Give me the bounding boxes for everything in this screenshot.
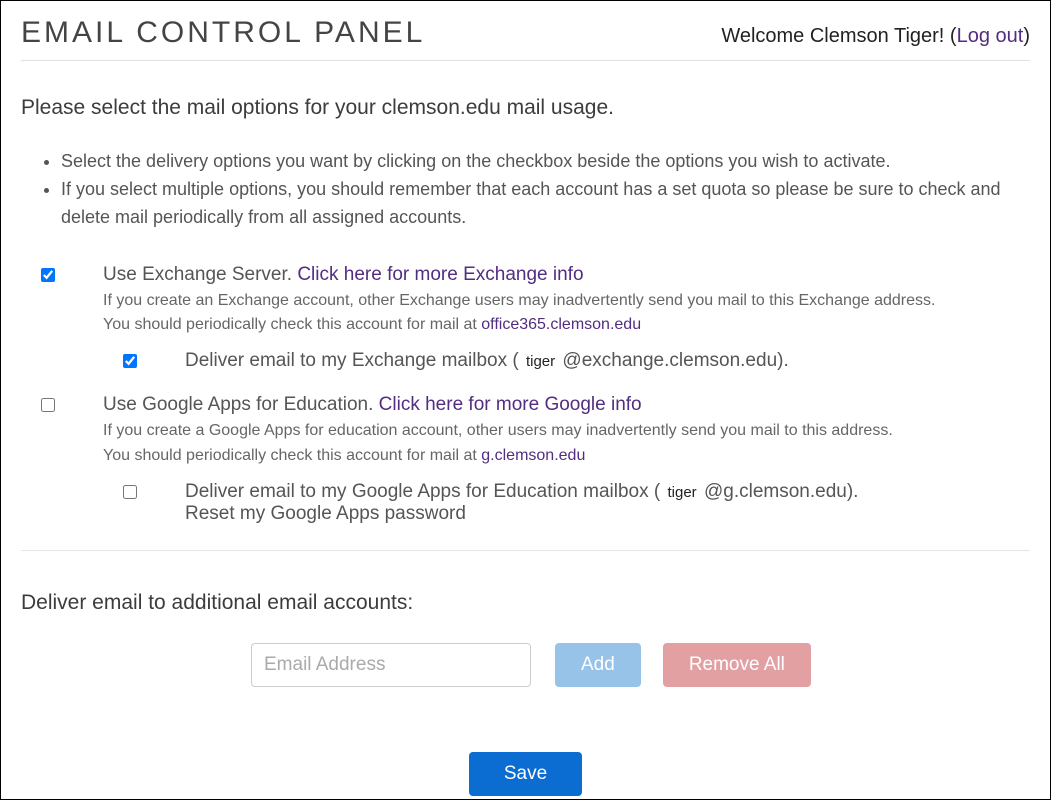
page-title: EMAIL CONTROL PANEL xyxy=(21,16,425,50)
google-deliver-label: Deliver email to my Google Apps for Educ… xyxy=(185,481,858,502)
paren-open: ( xyxy=(950,25,957,47)
logout-link[interactable]: Log out xyxy=(957,25,1024,47)
additional-heading: Deliver email to additional email accoun… xyxy=(21,591,1030,615)
additional-form-row: Add Remove All xyxy=(21,643,1030,687)
google-deliver-option: Deliver email to my Google Apps for Educ… xyxy=(103,481,1030,525)
exchange-deliver-label: Deliver email to my Exchange mailbox ( t… xyxy=(185,350,789,371)
google-desc-line2-prefix: You should periodically check this accou… xyxy=(103,447,481,464)
exchange-deliver-option: Deliver email to my Exchange mailbox ( t… xyxy=(103,350,1030,372)
welcome-excl: ! xyxy=(939,25,950,47)
user-name: Clemson Tiger xyxy=(810,25,939,47)
exchange-deliver-content: Deliver email to my Exchange mailbox ( t… xyxy=(185,350,1030,372)
header: EMAIL CONTROL PANEL Welcome Clemson Tige… xyxy=(21,16,1030,61)
exchange-deliver-prefix: Deliver email to my Exchange mailbox ( xyxy=(185,350,524,371)
intro-text: Please select the mail options for your … xyxy=(21,96,1030,120)
remove-all-button[interactable]: Remove All xyxy=(663,643,811,687)
exchange-deliver-checkbox[interactable] xyxy=(123,354,137,368)
save-row: Save xyxy=(21,752,1030,796)
exchange-desc-line2-prefix: You should periodically check this accou… xyxy=(103,316,481,333)
exchange-office365-link[interactable]: office365.clemson.edu xyxy=(481,316,641,333)
google-option: Use Google Apps for Education. Click her… xyxy=(21,394,1030,525)
welcome-prefix: Welcome xyxy=(721,25,810,47)
instruction-item: If you select multiple options, you shou… xyxy=(61,176,1030,232)
exchange-label-prefix: Use Exchange Server. xyxy=(103,264,297,285)
exchange-username: tiger xyxy=(524,353,557,370)
google-deliver-content: Deliver email to my Google Apps for Educ… xyxy=(185,481,1030,525)
instructions-list: Select the delivery options you want by … xyxy=(21,148,1030,232)
save-button[interactable]: Save xyxy=(469,752,582,796)
paren-close: ) xyxy=(1023,25,1030,47)
google-info-link[interactable]: Click here for more Google info xyxy=(379,394,642,415)
exchange-info-link[interactable]: Click here for more Exchange info xyxy=(297,264,583,285)
google-reset-password-link[interactable]: Reset my Google Apps password xyxy=(185,503,466,524)
divider xyxy=(21,550,1030,551)
google-checkbox[interactable] xyxy=(41,398,55,412)
google-desc: If you create a Google Apps for educatio… xyxy=(103,419,1030,469)
exchange-desc-line1: If you create an Exchange account, other… xyxy=(103,292,935,309)
add-button[interactable]: Add xyxy=(555,643,641,687)
exchange-label: Use Exchange Server. Click here for more… xyxy=(103,264,1030,286)
exchange-option: Use Exchange Server. Click here for more… xyxy=(21,264,1030,373)
google-deliver-suffix: @g.clemson.edu). xyxy=(699,481,859,502)
google-deliver-checkbox[interactable] xyxy=(123,485,137,499)
google-deliver-prefix: Deliver email to my Google Apps for Educ… xyxy=(185,481,666,502)
email-address-input[interactable] xyxy=(251,643,531,687)
google-desc-line1: If you create a Google Apps for educatio… xyxy=(103,422,893,439)
google-label-prefix: Use Google Apps for Education. xyxy=(103,394,379,415)
instruction-item: Select the delivery options you want by … xyxy=(61,148,1030,176)
exchange-checkbox[interactable] xyxy=(41,268,55,282)
google-gclemson-link[interactable]: g.clemson.edu xyxy=(481,447,585,464)
google-username: tiger xyxy=(666,484,699,501)
exchange-content: Use Exchange Server. Click here for more… xyxy=(103,264,1030,373)
exchange-desc: If you create an Exchange account, other… xyxy=(103,289,1030,339)
exchange-deliver-suffix: @exchange.clemson.edu). xyxy=(557,350,789,371)
google-content: Use Google Apps for Education. Click her… xyxy=(103,394,1030,525)
welcome-text: Welcome Clemson Tiger! (Log out) xyxy=(721,25,1030,48)
google-label: Use Google Apps for Education. Click her… xyxy=(103,394,1030,416)
